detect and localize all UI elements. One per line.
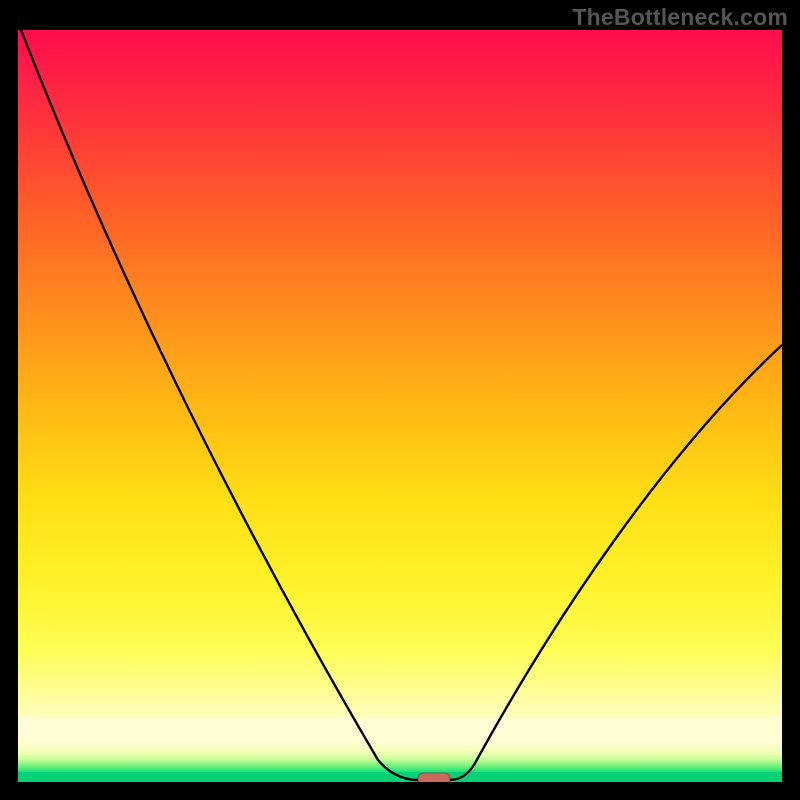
optimum-marker	[418, 773, 450, 782]
gradient-upper	[18, 30, 782, 718]
gradient-pale-band	[18, 718, 782, 742]
bottleneck-chart	[18, 30, 782, 782]
gradient-lower	[18, 742, 782, 772]
chart-container: TheBottleneck.com	[0, 0, 800, 800]
watermark-text: TheBottleneck.com	[572, 4, 788, 31]
